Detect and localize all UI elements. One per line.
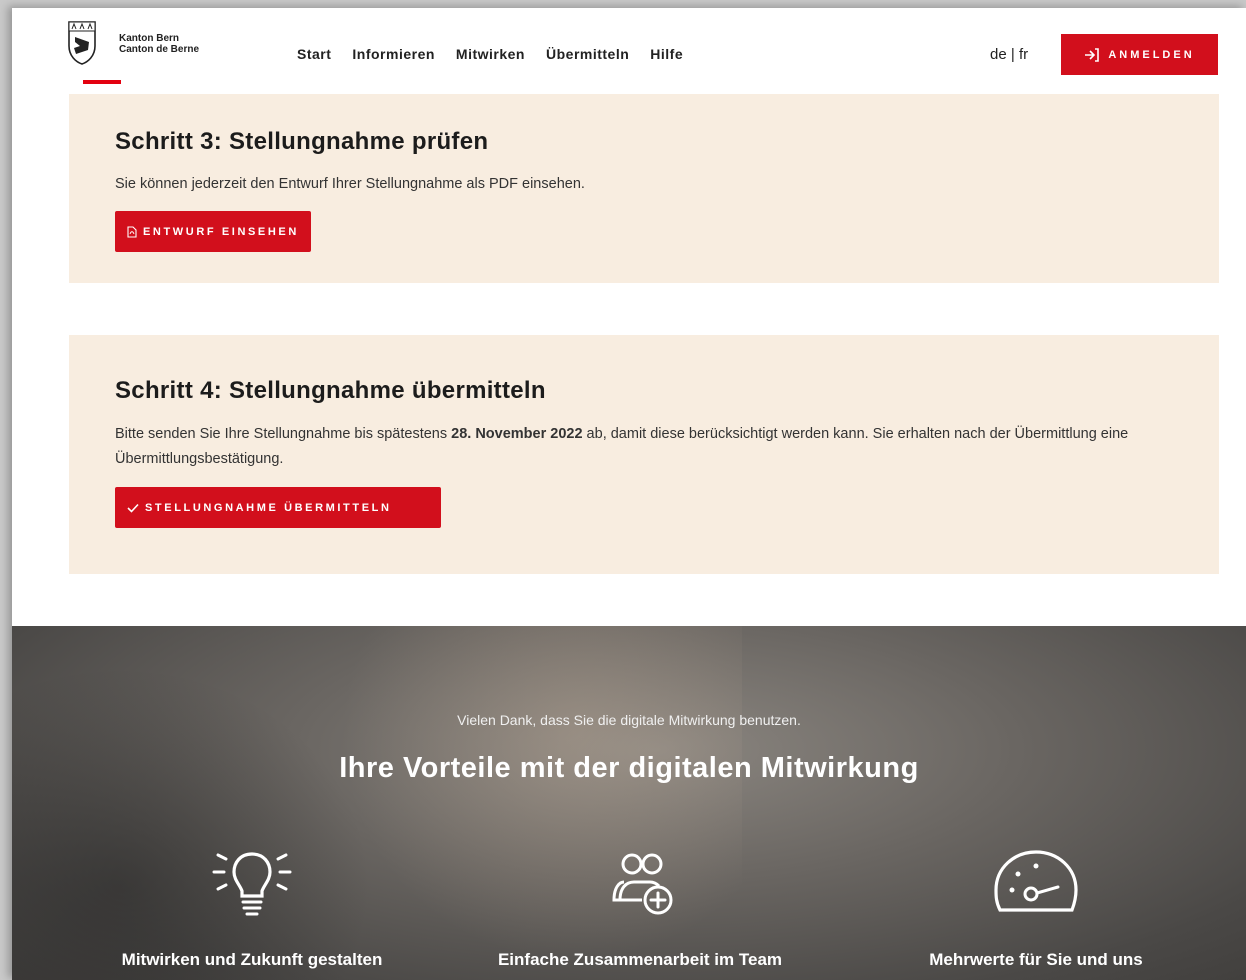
benefits-section: Vielen Dank, dass Sie die digitale Mitwi… xyxy=(12,626,1246,980)
step-3-section: Schritt 3: Stellungnahme prüfen Sie könn… xyxy=(69,94,1219,283)
background-photo xyxy=(322,626,742,980)
nav-hilfe[interactable]: Hilfe xyxy=(650,46,683,62)
benefit-label-2: Einfache Zusammenarbeit im Team xyxy=(497,950,783,969)
benefit-item xyxy=(866,844,1206,924)
benefit-label-1: Mitwirken und Zukunft gestalten xyxy=(121,950,383,969)
nav-start[interactable]: Start xyxy=(297,46,331,62)
canton-bern-logo[interactable] xyxy=(66,20,98,66)
speedometer-icon xyxy=(994,850,1078,912)
benefit-label-3: Mehrwerte für Sie und uns xyxy=(929,950,1143,969)
nav-uebermitteln[interactable]: Übermitteln xyxy=(546,46,629,62)
brand-line-2: Canton de Berne xyxy=(119,44,200,55)
language-switcher: de | fr xyxy=(990,46,1028,63)
checkmark-icon xyxy=(127,503,139,513)
step-4-section: Schritt 4: Stellungnahme übermitteln Bit… xyxy=(69,335,1219,574)
step-3-title: Schritt 3: Stellungnahme prüfen xyxy=(115,128,489,155)
active-indicator xyxy=(83,80,121,84)
benefit-item xyxy=(82,844,422,924)
pdf-icon xyxy=(127,225,137,238)
lightbulb-icon xyxy=(212,852,292,916)
step-4-title: Schritt 4: Stellungnahme übermitteln xyxy=(115,377,546,404)
team-add-icon xyxy=(612,853,673,915)
page: Kanton Bern Canton de Berne Start Inform… xyxy=(12,8,1246,980)
lang-de[interactable]: de xyxy=(990,46,1007,63)
submission-deadline: 28. November 2022 xyxy=(451,426,583,442)
login-icon xyxy=(1085,47,1100,62)
benefit-item xyxy=(470,844,810,924)
benefits-intro: Vielen Dank, dass Sie die digitale Mitwi… xyxy=(457,712,801,728)
view-draft-label: ENTWURF EINSEHEN xyxy=(143,225,299,238)
login-button[interactable]: ANMELDEN xyxy=(1061,34,1218,75)
submit-statement-button[interactable]: STELLUNGNAHME ÜBERMITTELN xyxy=(115,487,441,528)
nav-mitwirken[interactable]: Mitwirken xyxy=(456,46,525,62)
submit-statement-label: STELLUNGNAHME ÜBERMITTELN xyxy=(145,501,392,514)
brand-line-1: Kanton Bern xyxy=(119,33,179,44)
site-header: Kanton Bern Canton de Berne Start Inform… xyxy=(12,8,1246,94)
brand-name[interactable]: Kanton Bern Canton de Berne xyxy=(119,33,199,55)
lang-fr[interactable]: fr xyxy=(1019,46,1028,63)
step-4-text-before: Bitte senden Sie Ihre Stellungnahme bis … xyxy=(115,426,452,442)
lang-separator: | xyxy=(1010,46,1015,63)
benefits-title: Ihre Vorteile mit der digitalen Mitwirku… xyxy=(339,752,919,784)
view-draft-button[interactable]: ENTWURF EINSEHEN xyxy=(115,211,311,252)
login-label: ANMELDEN xyxy=(1108,48,1195,61)
main-nav: Start Informieren Mitwirken Übermitteln … xyxy=(297,46,683,62)
step-4-text: Bitte senden Sie Ihre Stellungnahme bis … xyxy=(115,422,1145,472)
nav-informieren[interactable]: Informieren xyxy=(352,46,435,62)
step-3-text: Sie können jederzeit den Entwurf Ihrer S… xyxy=(115,176,585,192)
